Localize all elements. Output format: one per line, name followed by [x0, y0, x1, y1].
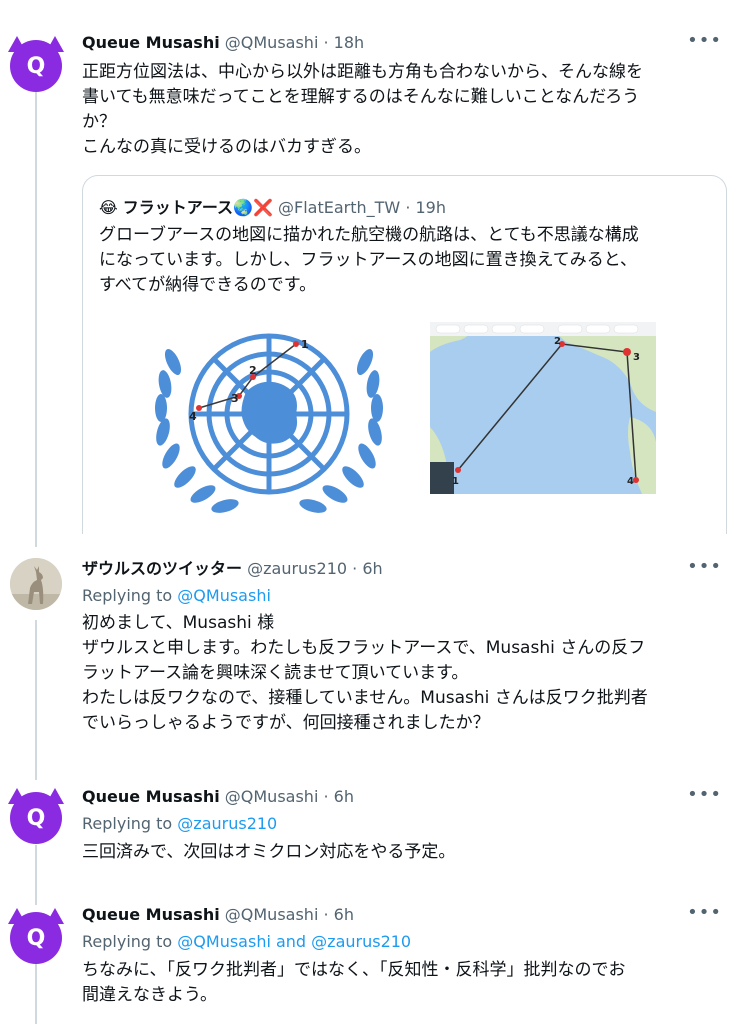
avatar-letter: Q — [26, 925, 46, 951]
text-line: すべてが納得できるのです。 — [99, 275, 317, 295]
quoted-text: グローブアースの地図に描かれた航空機の航路は、とても不思議な構成 になっています… — [99, 223, 714, 298]
separator: · — [405, 198, 411, 217]
text-line: ラットアース論を興味深く読ませて頂いています。 — [82, 663, 469, 683]
tweet[interactable]: ザウルスのツイッター @zaurus210 · 6h ••• Replying … — [0, 548, 742, 768]
text-line: 間違えなきよう。 — [82, 985, 217, 1005]
map-thumbnail — [430, 462, 454, 494]
more-options-icon[interactable]: ••• — [687, 902, 722, 923]
laughing-emoji-icon: 😂 — [99, 198, 118, 217]
tweet-text: 三回済みで、次回はオミクロン対応をやる予定。 — [82, 840, 722, 865]
timestamp[interactable]: 18h — [334, 33, 365, 52]
separator: · — [323, 33, 329, 52]
route-label: 2 — [554, 336, 561, 347]
mention-link[interactable]: @QMusashi — [177, 586, 271, 605]
route-label: 2 — [249, 364, 257, 377]
tweet-text: ちなみに、「反ワク批判者」ではなく、「反知性・反科学」批判なのでお 間違えなきよ… — [82, 958, 722, 1008]
timestamp: 19h — [415, 198, 447, 217]
globe-emoji-icon: 🌏 — [233, 198, 253, 217]
replying-to: Replying to @zaurus210 — [82, 814, 277, 833]
text-line: グローブアースの地図に描かれた航空機の航路は、とても不思議な構成 — [99, 225, 639, 245]
display-name[interactable]: Queue Musashi — [82, 905, 220, 924]
more-options-icon[interactable]: ••• — [687, 556, 722, 577]
avatar-letter: Q — [26, 53, 46, 79]
timestamp[interactable]: 6h — [334, 787, 354, 806]
tweet-header: Queue Musashi @QMusashi · 6h — [82, 904, 354, 926]
globe-map-screenshot-image[interactable]: 1 2 3 4 — [430, 322, 656, 494]
display-name[interactable]: ザウルスのツイッター — [82, 559, 242, 578]
text-line: ザウルスと申します。わたしも反フラットアースで、Musashi さんの反フ — [82, 638, 646, 658]
route-label: 3 — [633, 352, 640, 363]
avatar-letter: Q — [26, 805, 46, 831]
text-line: ちなみに、「反ワク批判者」ではなく、「反知性・反科学」批判なのでお — [82, 960, 626, 980]
more-options-icon[interactable]: ••• — [687, 30, 722, 51]
text-line: か？ — [82, 112, 116, 132]
user-handle[interactable]: @QMusashi — [225, 33, 319, 52]
quoted-header: 😂 フラットアース🌏❌ @FlatEarth_TW · 19h — [99, 194, 446, 218]
text-line: 書いても無意味だってことを理解するのはそんなに難しいことなんだろう — [82, 87, 640, 107]
user-handle[interactable]: @zaurus210 — [247, 559, 347, 578]
mention-link[interactable]: @QMusashi and @zaurus210 — [177, 932, 411, 951]
text-line: 初めまして、Musashi 様 — [82, 613, 275, 633]
deer-silhouette-icon — [10, 558, 62, 610]
replying-to: Replying to @QMusashi — [82, 586, 271, 605]
tweet-text: 初めまして、Musashi 様 ザウルスと申します。わたしも反フラットアースで、… — [82, 611, 722, 736]
quoted-tweet[interactable]: 😂 フラットアース🌏❌ @FlatEarth_TW · 19h グローブアースの… — [82, 175, 727, 534]
route-label: 1 — [452, 476, 459, 487]
route-label: 4 — [627, 476, 634, 487]
conversation-thread: Q Queue Musashi @QMusashi · 18h ••• 正距方位… — [0, 0, 742, 1024]
text-line: でいらっしゃるようですが、何回接種されましたか？ — [82, 713, 490, 733]
replying-to: Replying to @QMusashi and @zaurus210 — [82, 932, 411, 951]
more-options-icon[interactable]: ••• — [687, 784, 722, 805]
un-emblem-map-image[interactable]: 1 2 3 4 — [151, 322, 387, 522]
replying-label: Replying to — [82, 586, 173, 605]
display-name[interactable]: Queue Musashi — [82, 787, 220, 806]
text-line: 正距方位図法は、中心から以外は距離も方角も合わないから、そんな線を — [82, 62, 643, 82]
text-line: 三回済みで、次回はオミクロン対応をやる予定。 — [82, 842, 456, 862]
mention-link[interactable]: @zaurus210 — [177, 814, 277, 833]
user-handle: @FlatEarth_TW — [277, 198, 401, 217]
display-name: フラットアース — [122, 198, 234, 217]
avatar[interactable] — [10, 558, 62, 610]
text-line: わたしは反ワクなので、接種していません。Musashi さんは反ワク批判者 — [82, 688, 648, 708]
user-handle[interactable]: @QMusashi — [225, 787, 319, 806]
separator: · — [323, 787, 329, 806]
replying-label: Replying to — [82, 814, 173, 833]
route-label: 4 — [189, 410, 197, 423]
tweet[interactable]: Q Queue Musashi @QMusashi · 6h ••• Reply… — [0, 894, 742, 1024]
separator: · — [352, 559, 358, 578]
tweet-header: Queue Musashi @QMusashi · 18h — [82, 32, 364, 54]
route-label: 1 — [301, 338, 309, 351]
tweet-header: ザウルスのツイッター @zaurus210 · 6h — [82, 558, 383, 580]
display-name[interactable]: Queue Musashi — [82, 33, 220, 52]
tweet-header: Queue Musashi @QMusashi · 6h — [82, 786, 354, 808]
avatar[interactable]: Q — [8, 908, 64, 964]
avatar[interactable]: Q — [8, 788, 64, 844]
map-toolbar-chips — [435, 324, 639, 334]
tweet[interactable]: Q Queue Musashi @QMusashi · 18h ••• 正距方位… — [0, 0, 742, 540]
separator: · — [323, 905, 329, 924]
tweet[interactable]: Q Queue Musashi @QMusashi · 6h ••• Reply… — [0, 776, 742, 886]
text-line: になっています。しかし、フラットアースの地図に置き換えてみると、 — [99, 250, 638, 270]
replying-label: Replying to — [82, 932, 173, 951]
route-label: 3 — [231, 392, 239, 405]
text-line: こんなの真に受けるのはバカすぎる。 — [82, 137, 371, 157]
timestamp[interactable]: 6h — [362, 559, 382, 578]
cross-mark-icon: ❌ — [252, 198, 273, 217]
timestamp[interactable]: 6h — [334, 905, 354, 924]
user-handle[interactable]: @QMusashi — [225, 905, 319, 924]
tweet-text: 正距方位図法は、中心から以外は距離も方角も合わないから、そんな線を 書いても無意… — [82, 60, 722, 160]
avatar[interactable]: Q — [8, 36, 64, 92]
